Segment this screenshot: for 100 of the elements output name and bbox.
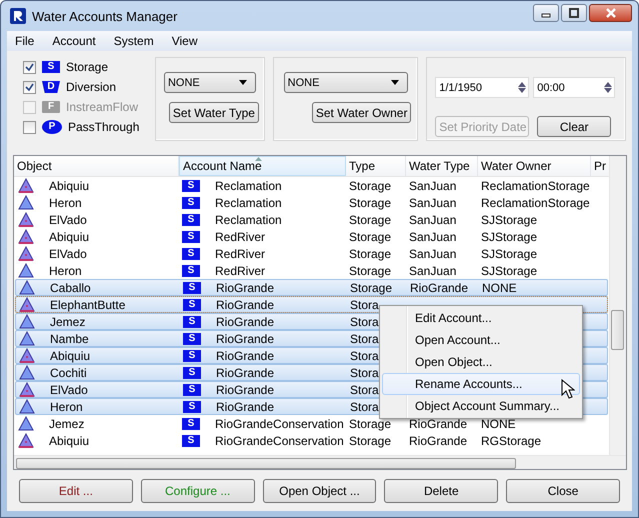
horizontal-scrollbar[interactable] [14,455,626,469]
column-header[interactable]: Water Type [406,156,478,176]
column-header[interactable]: Type [346,156,406,176]
account-cell: RioGrande [216,382,274,396]
object-cell: Heron [50,400,83,414]
dropdown-arrow-icon [390,80,399,85]
check-icon [25,62,34,72]
maximize-button[interactable] [561,4,587,22]
water-type-cell: SanJuan [409,246,456,260]
up-arrow-icon[interactable] [518,82,526,87]
account-cell: RioGrande [216,400,274,414]
action-button[interactable]: Close [506,479,620,503]
water-owner-cell: ReclamationStorage [481,196,590,210]
action-button[interactable]: Configure ... [140,479,255,503]
object-cell: Abiquiu [49,434,90,448]
app-logo-icon [10,8,26,24]
reservoir-icon [19,297,35,312]
reservoir-icon [18,229,34,244]
type-cell: Stora [350,400,379,414]
vertical-scrollbar[interactable] [609,156,626,455]
account-cell: Reclamation [215,212,282,226]
selected-row[interactable]: Caballo S RioGrande Storage RioGrande NONE [15,279,608,296]
up-arrow-icon[interactable] [604,82,612,87]
window-title: Water Accounts Manager [32,8,178,24]
reservoir-icon [19,348,35,363]
reservoir-icon [18,246,34,261]
set-button[interactable]: Set Water Owner [312,102,412,123]
menu-item[interactable]: View [172,34,198,48]
square-badge: S [182,196,200,208]
account-cell: Reclamation [215,196,282,210]
action-button[interactable]: Delete [384,479,498,503]
check-icon [25,82,34,92]
account-cell: RedRiver [215,246,266,260]
input-field[interactable]: 1/1/1950 [435,77,530,98]
checkbox[interactable] [23,120,36,134]
reservoir-icon [18,212,34,227]
object-cell: Heron [49,264,82,278]
account-cell: RioGrande [216,348,274,362]
menu-item[interactable]: Account [52,34,96,48]
object-cell: Jemez [50,314,86,328]
square-badge: S [182,264,200,276]
water-type-cell: SanJuan [409,264,456,278]
account-cell: Reclamation [215,178,282,192]
square-badge: S [183,282,201,294]
type-cell: Stora [350,298,379,312]
water-owner-cell: ReclamationStorage [481,178,590,192]
square-badge: S [182,418,200,430]
type-cell: Stora [350,382,379,396]
water-owner-cell: NONE [481,416,516,430]
menu-item[interactable]: Rename Accounts... [382,373,580,395]
water-type-cell: SanJuan [409,212,456,226]
sort-arrow-icon [255,157,262,161]
column-header[interactable]: Pr [591,156,610,176]
checkbox[interactable] [23,60,36,74]
square-badge: S [183,366,201,378]
water-owner-cell: SJStorage [481,246,538,260]
checkbox[interactable] [23,80,36,94]
account-cell: RioGrande [216,366,274,380]
dropdown[interactable]: NONE [164,72,256,93]
square-badge: S [183,350,201,362]
reservoir-icon [19,382,35,397]
action-button[interactable]: Open Object ... [262,479,376,503]
account-cell: RioGrande [216,314,274,328]
checkbox-label: PassThrough [68,120,140,134]
checkbox-label: InstreamFlow [66,100,138,114]
menu-item[interactable]: Object Account Summary... [382,395,580,417]
set-button[interactable]: Set Water Type [168,102,259,123]
water-owner-cell: SJStorage [481,264,538,278]
type-cell: Storage [349,178,392,192]
account-cell: RioGrande [216,298,274,312]
water-type-cell: RioGrande [409,434,468,448]
object-cell: Cochiti [50,366,87,380]
action-button[interactable]: Edit ... [19,479,133,503]
clear-button[interactable]: Clear [537,116,612,137]
object-cell: Abiquiu [49,230,90,244]
column-header[interactable]: Account Name [179,156,346,176]
cursor-icon [561,379,575,399]
type-cell: Storage [349,212,392,226]
object-cell: ElVado [50,382,88,396]
menu-item[interactable]: System [114,34,154,48]
square-badge: S [182,248,200,260]
type-cell: Storage [350,280,392,294]
square-badge: S [182,214,200,226]
close-button[interactable] [589,4,632,22]
column-header[interactable]: Water Owner [478,156,591,176]
account-cell: RioGrandeConservation [215,434,344,448]
object-cell: ElVado [49,246,87,260]
object-cell: Caballo [50,280,91,294]
reservoir-icon [18,178,34,193]
account-cell: RioGrande [216,280,274,294]
minimize-button[interactable] [533,4,559,22]
down-arrow-icon[interactable] [518,88,526,93]
water-owner-cell: SJStorage [481,212,538,226]
checkbox-label: Diversion [66,80,116,94]
water-type-cell: RioGrande [409,416,468,430]
input-field[interactable]: 00:00 [533,77,616,98]
dropdown[interactable]: NONE [284,72,408,93]
menu-item[interactable]: File [15,34,34,48]
water-type-cell: SanJuan [409,178,456,192]
down-arrow-icon[interactable] [604,88,612,93]
